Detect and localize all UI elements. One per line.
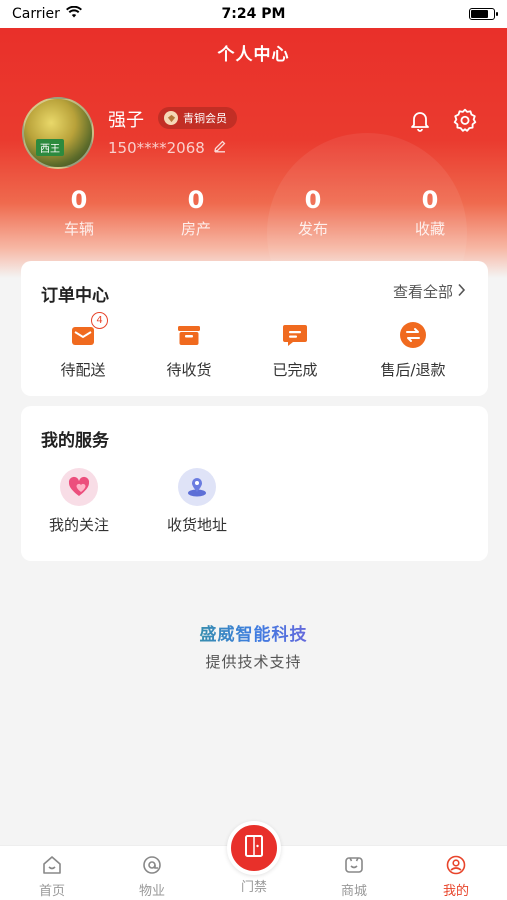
service-label: 我的关注 <box>48 516 109 534</box>
chat-icon <box>279 319 311 351</box>
user-name: 强子 <box>108 110 144 131</box>
stat-posts[interactable]: 0 发布 <box>273 186 353 239</box>
my-services-card: 我的服务 我的关注 收货地址 <box>21 406 488 561</box>
status-bar: Carrier 7:24 PM <box>0 0 507 28</box>
door-icon <box>242 833 266 863</box>
gear-icon[interactable] <box>451 106 479 134</box>
stat-value: 0 <box>304 186 322 214</box>
member-level: 青铜会员 <box>183 112 227 125</box>
tab-home[interactable]: 首页 <box>22 854 82 899</box>
order-badge: 4 <box>91 312 108 329</box>
shop-icon <box>343 854 365 876</box>
phone-number: 150****2068 <box>108 139 205 157</box>
battery-icon <box>469 8 498 20</box>
service-my-follows[interactable]: 我的关注 <box>29 468 129 535</box>
stat-label: 房产 <box>180 220 211 238</box>
tab-mine[interactable]: 我的 <box>426 854 486 899</box>
stat-label: 收藏 <box>414 220 445 238</box>
exchange-icon <box>397 319 429 351</box>
order-completed[interactable]: 已完成 <box>245 319 345 380</box>
avatar-text: 西王 <box>36 139 64 156</box>
brand-subtitle: 提供技术支持 <box>205 653 302 671</box>
tab-property[interactable]: 物业 <box>122 854 182 899</box>
stat-value: 0 <box>421 186 439 214</box>
view-all-orders-link[interactable]: 查看全部 <box>393 281 466 302</box>
box-icon: 4 <box>67 312 108 351</box>
property-icon <box>141 854 163 876</box>
tab-label-door: 门禁 <box>240 880 267 895</box>
status-time: 7:24 PM <box>221 6 286 22</box>
order-center-card: 订单中心 查看全部 4 待配送 待收货 已完成 售后/退款 <box>21 261 488 396</box>
medal-icon <box>164 111 178 125</box>
service-shipping-address[interactable]: 收货地址 <box>147 468 247 535</box>
stat-favorites[interactable]: 0 收藏 <box>390 186 470 239</box>
stat-properties[interactable]: 0 房产 <box>156 186 236 239</box>
tab-label: 我的 <box>442 884 469 899</box>
tab-door-access[interactable] <box>227 821 281 875</box>
tab-label: 商城 <box>340 884 367 899</box>
order-label: 已完成 <box>272 361 318 379</box>
bell-icon[interactable] <box>406 106 434 134</box>
tab-label: 首页 <box>38 884 65 899</box>
package-icon <box>173 319 205 351</box>
order-label: 售后/退款 <box>380 361 446 379</box>
service-label: 收货地址 <box>166 516 227 534</box>
avatar[interactable]: 西王 <box>22 97 94 169</box>
stat-value: 0 <box>70 186 88 214</box>
order-center-title: 订单中心 <box>41 286 109 306</box>
my-services-title: 我的服务 <box>41 431 109 451</box>
order-after-sales[interactable]: 售后/退款 <box>363 319 463 380</box>
edit-icon[interactable] <box>213 139 227 157</box>
home-icon <box>41 854 63 876</box>
stat-value: 0 <box>187 186 205 214</box>
view-all-label: 查看全部 <box>392 283 453 301</box>
brand-footer: 盛威智能科技 提供技术支持 <box>0 620 507 672</box>
order-label: 待收货 <box>166 361 212 379</box>
location-icon <box>178 468 216 506</box>
carrier-label: Carrier <box>12 6 60 22</box>
page-title: 个人中心 <box>217 45 290 65</box>
stat-label: 车辆 <box>63 220 94 238</box>
tab-label: 物业 <box>138 884 165 899</box>
order-to-deliver[interactable]: 4 待配送 <box>33 312 133 380</box>
brand-name: 盛威智能科技 <box>0 620 507 645</box>
stat-vehicles[interactable]: 0 车辆 <box>39 186 119 239</box>
order-label: 待配送 <box>60 361 106 379</box>
tab-shop[interactable]: 商城 <box>324 854 384 899</box>
stat-label: 发布 <box>297 220 328 238</box>
member-badge[interactable]: 青铜会员 <box>158 107 237 129</box>
chevron-right-icon <box>457 283 466 301</box>
wifi-icon <box>65 5 82 22</box>
profile-icon <box>445 854 467 876</box>
stats-row: 0 车辆 0 房产 0 发布 0 收藏 <box>0 186 507 246</box>
phone-row: 150****2068 <box>108 139 227 157</box>
heart-icon <box>60 468 98 506</box>
order-to-receive[interactable]: 待收货 <box>139 319 239 380</box>
